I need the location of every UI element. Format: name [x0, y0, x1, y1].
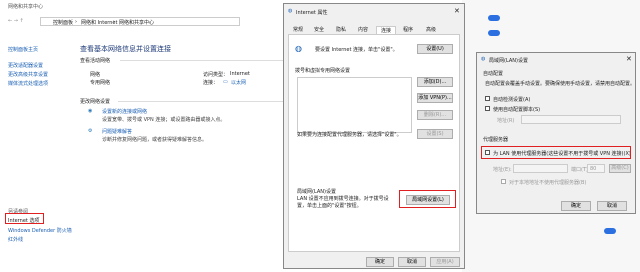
network-setup-icon: ◉ [88, 108, 93, 114]
add-button[interactable]: 添加(D)... [417, 77, 453, 87]
tab-panel: ◍ 要设置 Internet 连接，单击"设置"。 设置(U) 拨号和虚拟专用网… [288, 34, 460, 252]
dialog-title: 局域网(LAN)设置 [489, 58, 528, 64]
use-script-checkbox[interactable] [485, 106, 490, 111]
address-bar[interactable]: 控制面板 › 网络和 Internet › 网络和共享中心 [40, 17, 240, 26]
toggle-switch[interactable] [488, 30, 500, 36]
internet-setup-icon: ◍ [295, 44, 302, 53]
setup-button[interactable]: 设置(U) [417, 44, 453, 54]
breadcrumb-item[interactable]: 网络和共享中心 [119, 19, 154, 26]
auto-config-label: 自动配置 [483, 71, 504, 77]
title-bar: 网络和共享中心 [0, 0, 290, 12]
breadcrumb-item[interactable]: 网络和 Internet [81, 19, 117, 26]
chevron-right-icon: › [75, 19, 77, 25]
left-nav-item[interactable]: 更改高级共享设置 [8, 71, 48, 78]
section-label: 更改网络设置 [80, 99, 111, 105]
add-vpn-button[interactable]: 添加 VPN(P)... [417, 93, 453, 103]
bypass-local-checkbox[interactable] [501, 179, 506, 184]
access-type-value: Internet [230, 71, 250, 77]
network-type: 专用网络 [90, 80, 111, 86]
close-icon[interactable]: ✕ [626, 55, 632, 63]
connection-link[interactable]: 以太网 [231, 79, 246, 86]
troubleshoot-link[interactable]: 问题疑难解答 [102, 128, 132, 135]
setup-new-link[interactable]: 设置新的连接或网络 [102, 108, 147, 115]
highlight-box [481, 146, 631, 159]
troubleshoot-icon: ⚙ [88, 128, 93, 134]
remove-button[interactable]: 删除(R)... [417, 110, 453, 120]
bypass-local-label: 对于本地地址不使用代理服务器(B) [509, 180, 587, 186]
setup-text: 要设置 Internet 连接，单击"设置"。 [315, 47, 398, 53]
network-center-window: 网络和共享中心 控制面板 › 网络和 Internet › 网络和共享中心 ← … [0, 0, 290, 272]
script-address-input[interactable] [521, 115, 621, 124]
highlight-box [399, 190, 456, 208]
access-type-label: 访问类型： [203, 72, 229, 78]
proxy-label: 代理服务器 [483, 137, 509, 143]
lan-desc: LAN 设置不应用到拨号连接。对于拨号设置，单击上面的"设置"按钮。 [297, 196, 389, 209]
setup-new-desc: 设置宽带、拨号或 VPN 连接；或设置路由器或接入点。 [102, 117, 226, 123]
ethernet-icon: ▭ [223, 79, 228, 85]
auto-detect-label: 自动检测设置(A) [493, 97, 531, 103]
auto-config-desc: 自动配置会覆盖手动设置。要确保使用手动设置，请禁用自动配置。 [485, 81, 636, 87]
proxy-address-label: 地址(E): [493, 167, 512, 173]
use-script-label: 使用自动配置脚本(S) [493, 107, 541, 113]
nav-arrows[interactable]: ← → ↑ [8, 18, 24, 24]
apply-button[interactable]: 应用(A) [430, 257, 460, 267]
chevron-right-icon: › [113, 19, 115, 25]
settings-button[interactable]: 设置(S) [417, 129, 453, 139]
divider [120, 60, 285, 61]
connection-label: 连接： [203, 80, 219, 86]
lan-settings-dialog: ◍ 局域网(LAN)设置 ✕ 自动配置 自动配置会覆盖手动设置。要确保使用手动设… [476, 52, 636, 214]
dialup-label: 拨号和虚拟专用网络设置 [295, 68, 351, 74]
tab-strip: 常规 安全 隐私 内容 连接 程序 高级 [286, 4, 464, 36]
advanced-button[interactable]: 高级(C) [609, 164, 631, 173]
network-name: 网络 [90, 72, 101, 78]
internet-properties-dialog: ◍ Internet 属性 ✕ 常规 安全 隐私 内容 连接 程序 高级 ◍ 要… [283, 3, 465, 269]
proxy-address-input[interactable] [513, 164, 568, 173]
ok-button[interactable]: 确定 [366, 257, 394, 267]
cancel-button[interactable]: 取消 [398, 257, 426, 267]
breadcrumb-item[interactable]: 控制面板 [53, 19, 73, 26]
left-nav-item[interactable]: 控制面板主页 [8, 46, 38, 53]
lan-cancel-button[interactable]: 取消 [597, 201, 627, 211]
connection-list[interactable] [297, 77, 412, 133]
page-heading: 查看基本网络信息并设置连接 [80, 45, 171, 53]
lan-label: 局域网(LAN)设置 [297, 189, 336, 195]
firewall-link[interactable]: Windows Defender 防火墙 [8, 227, 72, 234]
highlight-box [5, 213, 44, 224]
infrared-link[interactable]: 红外线 [8, 236, 23, 243]
proxy-hint: 如果要为连接配置代理服务器，请选择"设置"。 [297, 132, 402, 138]
left-nav-item[interactable]: 更改适配器设置 [8, 62, 43, 69]
troubleshoot-desc: 诊断并修复网络问题，或者获得疑难解答信息。 [102, 137, 208, 143]
port-value: 80 [590, 166, 597, 172]
toggle-switch[interactable] [604, 228, 616, 234]
port-input[interactable]: 80 [587, 164, 605, 173]
auto-detect-checkbox[interactable] [485, 96, 490, 101]
address-label: 地址(R) [497, 118, 515, 124]
lan-ok-button[interactable]: 确定 [561, 201, 591, 211]
divider [118, 101, 285, 102]
section-label: 查看活动网络 [80, 58, 111, 64]
left-nav-item[interactable]: 媒体流式处理选项 [8, 80, 48, 87]
window-title: 网络和共享中心 [8, 4, 44, 10]
globe-icon: ◍ [481, 56, 486, 62]
toggle-switch[interactable] [488, 15, 500, 21]
